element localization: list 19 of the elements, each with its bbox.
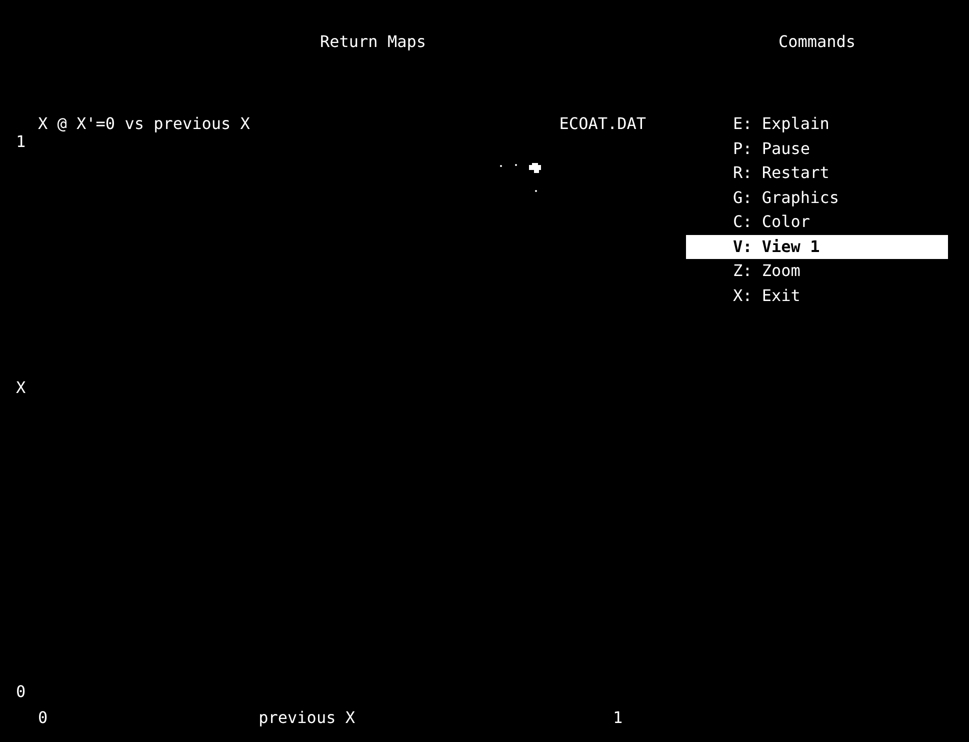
command-item[interactable]: C: Color xyxy=(686,210,948,234)
command-item[interactable]: E: Explain xyxy=(686,112,948,136)
command-item[interactable]: P: Pause xyxy=(686,136,948,161)
attractor-drawing xyxy=(500,163,542,193)
command-item[interactable]: Z: Zoom xyxy=(686,259,948,284)
x-axis-min: 0 xyxy=(38,707,48,729)
file-name: ECOAT.DAT xyxy=(559,113,646,135)
command-item[interactable]: R: Restart xyxy=(686,161,948,186)
command-item[interactable]: V: View 1 xyxy=(686,234,948,259)
plot-subtitle: X @ X'=0 vs previous X xyxy=(38,113,250,135)
command-item[interactable]: X: Exit xyxy=(686,284,948,308)
x-axis-max: 1 xyxy=(612,707,623,729)
y-axis-min: 0 xyxy=(16,684,27,700)
y-axis-max: 1 xyxy=(16,134,27,150)
plot-title: Return Maps xyxy=(319,31,426,53)
y-axis-label: X xyxy=(16,380,27,396)
commands-title: Commands xyxy=(778,31,856,53)
command-item[interactable]: G: Graphics xyxy=(686,186,948,210)
x-axis-label: previous X xyxy=(258,707,355,729)
